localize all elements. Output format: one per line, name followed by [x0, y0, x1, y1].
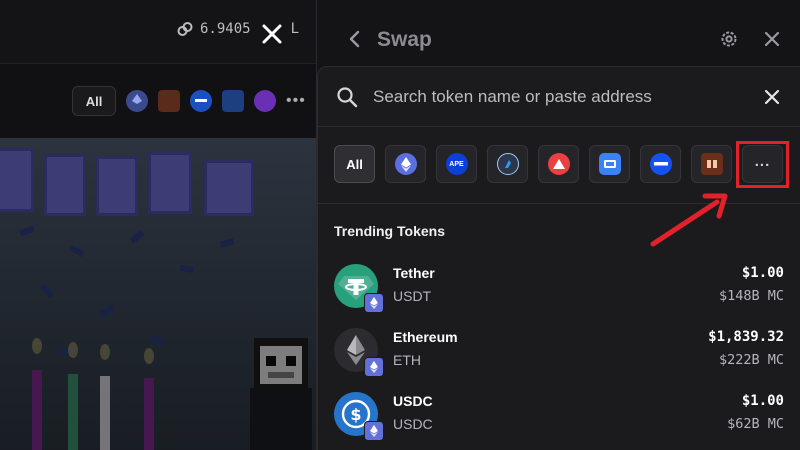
token-name: Ethereum — [393, 329, 458, 345]
chip-base[interactable] — [640, 145, 681, 183]
trending-tokens-heading: Trending Tokens — [334, 223, 445, 239]
mantle-icon — [700, 153, 723, 175]
token-price: $1,839.32 — [708, 329, 784, 345]
ethereum-icon — [394, 153, 417, 175]
token-row-ethereum[interactable]: Ethereum ETH $1,839.32 $222B MC — [318, 319, 800, 383]
ethereum-chain-badge-icon — [364, 293, 384, 313]
wallet-balance-value: 6.9405 — [200, 21, 251, 37]
token-price: $1.00 — [741, 393, 784, 409]
link-icon — [177, 22, 193, 36]
more-icon: ... — [754, 152, 771, 170]
wallet-balance-suffix: L — [290, 21, 300, 37]
search-icon — [337, 87, 358, 108]
background-overlay — [0, 138, 316, 450]
token-symbol: USDC — [393, 416, 433, 432]
token-market-cap: $222B MC — [718, 352, 784, 368]
base-icon[interactable] — [190, 90, 212, 112]
base-icon — [649, 153, 672, 175]
ethereum-chain-badge-icon — [364, 421, 384, 441]
link-chain-icon[interactable] — [254, 90, 276, 112]
avalanche-icon — [547, 153, 570, 175]
close-icon[interactable] — [764, 89, 780, 105]
token-name: USDC — [393, 393, 433, 409]
chip-all[interactable]: All — [334, 145, 375, 183]
chip-linea[interactable] — [589, 145, 630, 183]
arbitrum-icon — [496, 153, 519, 175]
token-list: Tether USDT $1.00 $148B MC Ethereum ETH … — [318, 255, 800, 447]
background-app: 6.9405 L All ••• — [0, 0, 316, 450]
gear-icon[interactable] — [719, 29, 739, 49]
token-price: $1.00 — [741, 265, 784, 281]
apecoin-icon: APE — [445, 153, 468, 175]
search-bar — [318, 67, 800, 127]
swap-panel: Swap All — [316, 0, 800, 450]
svg-text:$: $ — [350, 405, 361, 424]
chip-apecoin[interactable]: APE — [436, 145, 477, 183]
nft-artwork — [0, 138, 316, 450]
background-chip-row: All ••• — [72, 86, 306, 116]
linea-icon[interactable] — [222, 90, 244, 112]
token-row-tether[interactable]: Tether USDT $1.00 $148B MC — [318, 255, 800, 319]
close-icon[interactable] — [258, 20, 286, 48]
token-market-cap: $62B MC — [727, 416, 784, 432]
background-topbar: 6.9405 L — [0, 0, 316, 64]
page-title: Swap — [377, 28, 432, 51]
chip-avalanche[interactable] — [538, 145, 579, 183]
token-name: Tether — [393, 265, 435, 281]
chip-ethereum[interactable] — [385, 145, 426, 183]
chip-arbitrum[interactable] — [487, 145, 528, 183]
ape-label: APE — [449, 160, 464, 168]
token-row-usdc[interactable]: $ USDC USDC $1.00 $62B MC — [318, 383, 800, 447]
ethereum-chain-badge-icon — [364, 357, 384, 377]
token-symbol: USDT — [393, 288, 432, 304]
divider — [318, 203, 800, 204]
swap-header: Swap — [317, 0, 800, 66]
mantle-icon[interactable] — [158, 90, 180, 112]
ethereum-icon[interactable] — [126, 90, 148, 112]
search-input[interactable] — [373, 83, 753, 111]
close-icon[interactable] — [763, 30, 781, 48]
chain-filter-row: All APE ... — [334, 145, 783, 183]
chevron-left-icon[interactable] — [345, 28, 365, 50]
chip-all-label: All — [346, 156, 363, 172]
linea-icon — [598, 153, 621, 175]
token-symbol: ETH — [393, 352, 421, 368]
background-chip-all[interactable]: All — [72, 86, 116, 116]
chip-mantle[interactable] — [691, 145, 732, 183]
more-icon[interactable]: ••• — [286, 92, 306, 110]
chip-more[interactable]: ... — [742, 145, 783, 183]
token-market-cap: $148B MC — [718, 288, 784, 304]
token-selector: All APE — [317, 66, 800, 450]
